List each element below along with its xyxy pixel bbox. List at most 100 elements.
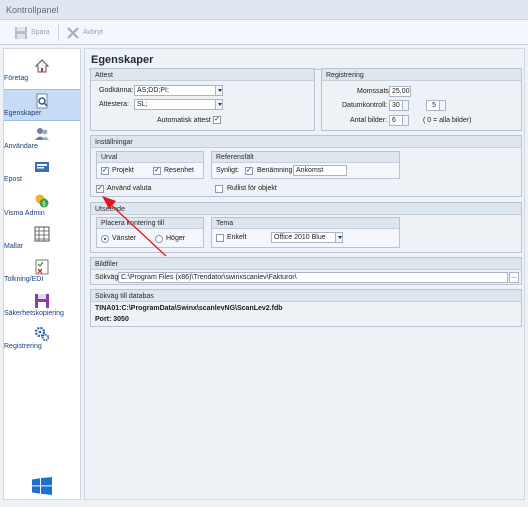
sidebar-item-label: Säkerhetskopiering xyxy=(4,310,64,317)
group-title: Attest xyxy=(95,72,113,79)
sokvag-label: Sökväg: xyxy=(95,274,121,281)
sidebar-item-anvandare[interactable]: Användare xyxy=(4,123,80,155)
title-bar: Kontrollpanel xyxy=(0,0,528,20)
browse-label: ... xyxy=(511,273,517,280)
sidebar-item-label: Företag xyxy=(4,75,29,82)
cancel-button[interactable]: Avbryt xyxy=(66,23,103,42)
group-title: Sökväg till databas xyxy=(95,293,154,300)
registrering-group: Registrering Momssats: 25,00 Datumkontro… xyxy=(321,68,522,131)
attest-group: Attest Godkänna: AS;DD;PI; Attestera: SL… xyxy=(90,68,315,131)
attestera-label: Attestera: xyxy=(99,101,129,108)
gears-icon xyxy=(34,326,50,342)
sidebar-item-visma-admin[interactable]: $ Visma Admin xyxy=(4,190,80,222)
close-icon xyxy=(67,26,79,39)
benamning-field[interactable]: Ankomst xyxy=(293,165,347,176)
main-panel: Egenskaper Attest Godkänna: AS;DD;PI; At… xyxy=(84,48,525,500)
godkanna-field[interactable]: AS;DD;PI; xyxy=(134,85,223,96)
antal-bilder-label: Antal bilder: xyxy=(350,117,387,124)
resenhet-checkbox[interactable]: ✓ xyxy=(153,167,161,175)
sokvag-field[interactable]: C:\Program Files (x86)\Trendator\swinxsc… xyxy=(118,272,508,283)
tema-select[interactable]: Office 2010 Blue xyxy=(271,232,343,243)
momssats-value: 25,00 xyxy=(392,88,410,95)
sidebar-item-mallar[interactable]: Mallar xyxy=(4,223,80,255)
cancel-label: Avbryt xyxy=(83,29,103,36)
chevron-down-icon[interactable] xyxy=(215,86,222,95)
hoger-radio[interactable] xyxy=(155,235,163,243)
referensfalt-subgroup: Referensfält Synligt: ✓ Benämning: Ankom… xyxy=(211,151,400,179)
databas-port: Port: 3050 xyxy=(95,316,129,323)
chevron-down-icon[interactable] xyxy=(215,100,222,109)
benamning-label: Benämning: xyxy=(257,167,295,174)
antal-bilder-field[interactable]: 6 xyxy=(389,115,409,126)
antal-bilder-hint: ( 0 = alla bilder) xyxy=(423,117,472,124)
sidebar-item-registrering[interactable]: Registrering xyxy=(4,323,80,355)
benamning-value: Ankomst xyxy=(296,167,324,174)
group-title: Bildfiler xyxy=(95,261,118,268)
enkelt-label: Enkelt xyxy=(227,234,247,241)
utseende-group: Utseende Placera kontering till Vänster … xyxy=(90,202,522,253)
spinner-icon[interactable] xyxy=(439,101,445,110)
page-title: Egenskaper xyxy=(91,54,154,66)
datumkontroll-field-2[interactable]: 5 xyxy=(426,100,446,111)
godkanna-value: AS;DD;PI; xyxy=(137,87,169,94)
auto-attest-checkbox[interactable]: ✓ xyxy=(213,116,221,124)
antal-bilder-value: 6 xyxy=(392,117,396,124)
synligt-checkbox[interactable]: ✓ xyxy=(245,167,253,175)
projekt-checkbox[interactable]: ✓ xyxy=(101,167,109,175)
tema-subgroup: Tema Enkelt Office 2010 Blue xyxy=(211,217,400,248)
sidebar-item-label: Visma Admin xyxy=(4,210,45,217)
windows-logo-icon xyxy=(32,477,52,495)
subgroup-title: Referensfält xyxy=(216,154,254,161)
toolbar-separator xyxy=(58,24,59,41)
sidebar-item-foretag[interactable]: Företag xyxy=(4,55,80,87)
datumkontroll-value-1: 30 xyxy=(392,102,400,109)
spinner-icon[interactable] xyxy=(402,116,408,125)
subgroup-title: Placera kontering till xyxy=(101,220,165,227)
save-label: Spara xyxy=(31,29,50,36)
sidebar-item-label: Användare xyxy=(4,143,38,150)
synligt-label: Synligt: xyxy=(216,167,239,174)
urval-subgroup: Urval ✓ Projekt ✓ Resenhet xyxy=(96,151,204,179)
vanster-label: Vänster xyxy=(112,235,137,242)
momssats-field[interactable]: 25,00 xyxy=(389,86,411,97)
toolbar: Spara Avbryt xyxy=(0,20,528,45)
enkelt-checkbox[interactable] xyxy=(216,234,224,242)
sokvag-value: C:\Program Files (x86)\Trendator\swinxsc… xyxy=(121,274,297,281)
datumkontroll-field-1[interactable]: 30 xyxy=(389,100,409,111)
sidebar-item-epost[interactable]: Epost xyxy=(4,156,80,188)
rullist-checkbox[interactable] xyxy=(215,185,223,193)
floppy-icon xyxy=(15,26,27,39)
attestera-value: SL; xyxy=(137,101,148,108)
save-button[interactable]: Spara xyxy=(14,23,50,42)
vanster-radio[interactable] xyxy=(101,235,109,243)
floppy-icon xyxy=(35,294,49,308)
checklist-icon xyxy=(35,259,49,275)
sidebar-item-label: Epost xyxy=(4,176,22,183)
group-title: Registrering xyxy=(326,72,364,79)
bildfiler-group: Bildfiler Sökväg: C:\Program Files (x86)… xyxy=(90,257,522,285)
projekt-label: Projekt xyxy=(112,167,134,174)
sidebar-item-tolkning-edi[interactable]: Tolkning/EDI xyxy=(4,256,80,288)
databas-group: Sökväg till databas TINA01:C:\ProgramDat… xyxy=(90,289,522,327)
spinner-icon[interactable] xyxy=(402,101,408,110)
svg-text:$: $ xyxy=(42,201,46,208)
godkanna-label: Godkänna: xyxy=(99,87,134,94)
users-icon xyxy=(35,128,49,140)
attestera-field[interactable]: SL; xyxy=(134,99,223,110)
sidebar-item-label: Egenskaper xyxy=(4,110,42,117)
databas-path: TINA01:C:\ProgramData\Swinx\scanlevNG\Sc… xyxy=(95,305,283,312)
coins-icon: $ xyxy=(35,194,49,208)
sidebar-item-label: Tolkning/EDI xyxy=(4,276,44,283)
anvand-valuta-label: Använd valuta xyxy=(107,185,152,192)
sidebar-item-sakerhetskopiering[interactable]: Säkerhetskopiering xyxy=(4,290,80,322)
group-title: Utseende xyxy=(95,206,125,213)
chevron-down-icon[interactable] xyxy=(335,233,342,242)
browse-button[interactable]: ... xyxy=(509,272,519,283)
sidebar: Företag Egenskaper Användare Epost $ Vis… xyxy=(3,48,81,500)
resenhet-label: Resenhet xyxy=(164,167,194,174)
home-icon xyxy=(34,59,50,73)
subgroup-title: Tema xyxy=(216,220,234,227)
installningar-group: Inställningar Urval ✓ Projekt ✓ Resenhet… xyxy=(90,135,522,197)
sidebar-item-egenskaper[interactable]: Egenskaper xyxy=(4,89,80,121)
anvand-valuta-checkbox[interactable]: ✓ xyxy=(96,185,104,193)
